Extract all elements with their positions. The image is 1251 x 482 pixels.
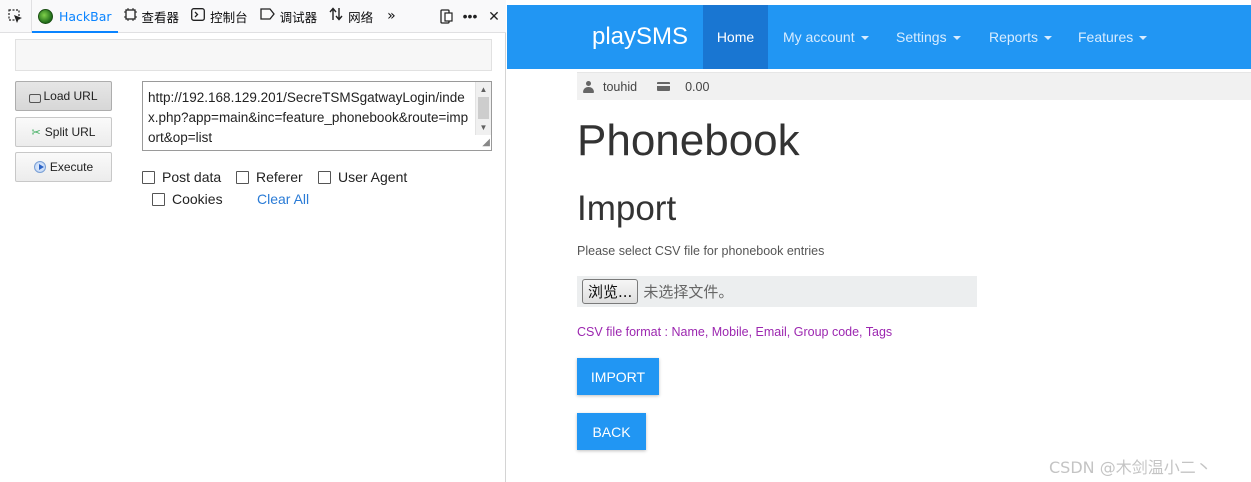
tab-inspector[interactable]: 查看器: [118, 0, 186, 33]
tab-debugger-label: 调试器: [279, 9, 318, 25]
load-url-icon: [29, 93, 42, 103]
console-icon: [191, 7, 206, 25]
scroll-up-icon[interactable]: ▲: [476, 82, 491, 96]
scroll-down-icon[interactable]: ▼: [476, 120, 491, 134]
browse-button[interactable]: 浏览...: [582, 279, 639, 304]
page-title: Phonebook: [577, 116, 800, 165]
element-picker-icon[interactable]: [0, 0, 32, 33]
more-tabs-chevron-icon[interactable]: »: [381, 0, 402, 33]
nav-home[interactable]: Home: [703, 5, 768, 69]
nav-reports-label: Reports: [989, 29, 1039, 45]
devtools-tab-bar: HackBar 查看器 控制台 调试器 网络 » ••• ✕: [0, 0, 506, 33]
checkbox-box[interactable]: [142, 170, 155, 184]
more-options-icon[interactable]: •••: [458, 0, 482, 33]
referer-label: Referer: [256, 169, 303, 185]
inspector-icon: [123, 7, 137, 25]
nav-features-label: Features: [1078, 29, 1134, 45]
hackbar-toolbar: [15, 39, 492, 71]
tab-inspector-label: 查看器: [141, 9, 180, 25]
checkbox-box[interactable]: [318, 170, 331, 184]
debugger-icon: [259, 8, 275, 24]
play-icon: [33, 161, 46, 173]
tab-debugger[interactable]: 调试器: [254, 0, 324, 33]
resize-handle-icon[interactable]: ◢: [478, 136, 490, 149]
referer-checkbox[interactable]: Referer: [236, 169, 303, 185]
caret-down-icon: [1044, 36, 1053, 41]
credit-card-icon: [657, 82, 671, 91]
url-scrollbar[interactable]: ▲ ▼: [475, 82, 491, 135]
import-button[interactable]: IMPORT: [577, 358, 659, 395]
responsive-design-icon[interactable]: [434, 0, 458, 33]
devtools-panel: HackBar 查看器 控制台 调试器 网络 » ••• ✕ Load URL …: [0, 0, 506, 482]
split-url-label: Split URL: [44, 125, 96, 139]
watermark: CSDN @木剑温小二丶: [1049, 458, 1212, 477]
import-instructions: Please select CSV file for phonebook ent…: [577, 244, 825, 258]
web-page: playSMS Home My account Settings Reports…: [507, 0, 1251, 482]
execute-label: Execute: [49, 160, 94, 174]
load-url-label: Load URL: [43, 89, 98, 103]
scissors-icon: ✂: [31, 126, 41, 139]
tab-network-label: 网络: [348, 9, 374, 25]
hackbar-logo-icon: [38, 8, 53, 24]
tab-hackbar[interactable]: HackBar: [32, 0, 118, 33]
back-button[interactable]: BACK: [577, 413, 646, 450]
caret-down-icon: [860, 36, 869, 41]
load-url-button[interactable]: Load URL: [15, 81, 112, 111]
user-agent-checkbox[interactable]: User Agent: [318, 169, 407, 185]
post-data-label: Post data: [162, 169, 222, 185]
user-agent-label: User Agent: [338, 169, 408, 185]
cookies-checkbox[interactable]: Cookies: [152, 191, 223, 207]
tab-console-label: 控制台: [210, 9, 248, 25]
network-icon: [329, 7, 343, 25]
close-icon[interactable]: ✕: [482, 0, 506, 33]
scroll-thumb[interactable]: [478, 97, 489, 119]
nav-reports[interactable]: Reports: [989, 5, 1053, 69]
nav-my-account[interactable]: My account: [783, 5, 869, 69]
user-icon: [583, 80, 594, 93]
checkbox-box[interactable]: [236, 170, 249, 184]
cookies-label: Cookies: [172, 191, 223, 207]
nav-features[interactable]: Features: [1078, 5, 1148, 69]
section-title: Import: [577, 189, 677, 228]
tab-hackbar-label: HackBar: [59, 8, 112, 24]
caret-down-icon: [1139, 36, 1148, 41]
url-textarea[interactable]: http://192.168.129.201/SecreTSMSgatwayLo…: [142, 81, 492, 151]
top-navbar: playSMS Home My account Settings Reports…: [507, 5, 1251, 69]
tab-console[interactable]: 控制台: [185, 0, 254, 33]
split-url-button[interactable]: ✂ Split URL: [15, 117, 112, 147]
username[interactable]: touhid: [603, 80, 637, 94]
user-info-bar: touhid 0.00: [577, 72, 1251, 100]
caret-down-icon: [952, 36, 961, 41]
execute-button[interactable]: Execute: [15, 152, 112, 182]
nav-settings-label: Settings: [896, 29, 947, 45]
post-data-checkbox[interactable]: Post data: [142, 169, 221, 185]
file-input[interactable]: 浏览... 未选择文件。: [577, 276, 977, 307]
csv-format-hint: CSV file format : Name, Mobile, Email, G…: [577, 325, 893, 339]
file-status: 未选择文件。: [643, 283, 734, 301]
tab-network[interactable]: 网络: [323, 0, 379, 33]
nav-my-account-label: My account: [783, 29, 855, 45]
brand-logo[interactable]: playSMS: [592, 5, 688, 69]
credit-balance: 0.00: [685, 79, 710, 94]
nav-settings[interactable]: Settings: [896, 5, 961, 69]
clear-all-link[interactable]: Clear All: [257, 191, 309, 207]
checkbox-box[interactable]: [152, 192, 165, 206]
